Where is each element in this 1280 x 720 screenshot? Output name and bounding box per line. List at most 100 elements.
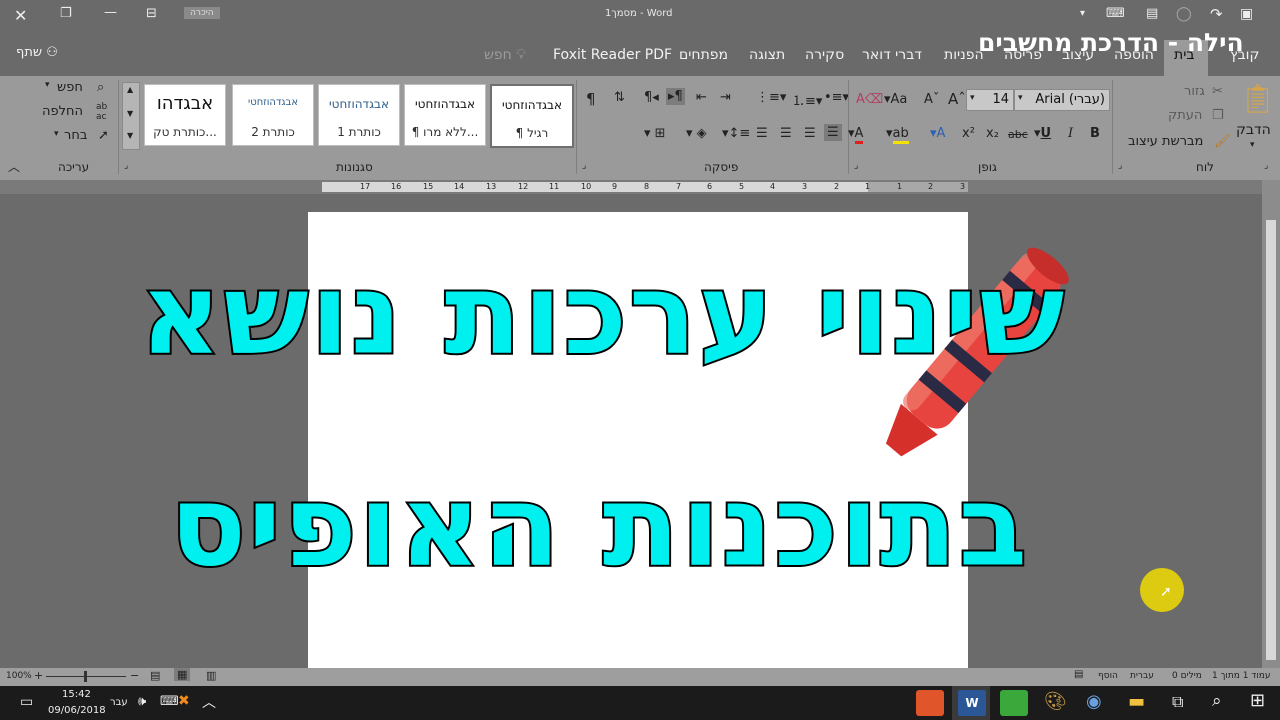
input-language[interactable]: עבר (110, 697, 128, 708)
print-preview-icon[interactable]: ▤ (1146, 6, 1158, 21)
track-icon[interactable]: ▤ (1074, 669, 1083, 680)
insert-mode[interactable]: הוסף (1098, 671, 1118, 681)
word-app-icon[interactable]: W (958, 690, 986, 716)
bullets-icon[interactable]: •≡▾ (824, 90, 849, 105)
task-view-icon[interactable]: ⧉ (1172, 692, 1183, 712)
ruler-number: 2 (928, 182, 934, 191)
clock-time[interactable]: 15:42 (62, 689, 91, 700)
ltr-direction-icon[interactable]: ▸¶ (666, 88, 685, 105)
horizontal-ruler[interactable] (0, 180, 1280, 194)
network-icon[interactable]: ⌨ (160, 694, 179, 709)
zoom-in-icon[interactable]: + (34, 669, 43, 682)
read-mode-icon[interactable]: ▥ (206, 669, 216, 682)
search-tell-me[interactable]: חפש 💡︎ (484, 47, 526, 63)
text-effects-icon[interactable]: ▾A (930, 126, 945, 141)
highlight-icon[interactable]: ▾ab (886, 126, 909, 144)
start-windows-icon[interactable]: ⊞ (1250, 690, 1265, 711)
clear-formatting-icon[interactable]: A⌫ (856, 92, 883, 107)
search-icon[interactable]: ⌕ (1212, 691, 1222, 711)
grow-font-icon[interactable]: Aˆ (948, 90, 966, 108)
sort-icon[interactable]: ⇅ (614, 90, 625, 105)
show-hidden-icons[interactable]: ︿ (202, 692, 216, 712)
rtl-direction-icon[interactable]: ¶◂ (644, 90, 659, 105)
paste-button[interactable]: 📋︎ הדבק ▾ (1232, 80, 1278, 156)
style-name: כותרת 1 (337, 125, 381, 139)
style-normal[interactable]: אבגדהוזחטי ¶ רגיל (490, 84, 574, 148)
camtasia-recorder-icon[interactable] (916, 690, 944, 716)
style-no-spacing[interactable]: אבגדהוזחטי ¶ ללא מרו... (404, 84, 486, 146)
dialog-launcher-icon[interactable]: ⌟ (854, 161, 858, 171)
vertical-ruler[interactable] (1262, 180, 1280, 668)
close-icon[interactable]: ✕ (14, 6, 27, 25)
italic-icon[interactable]: I (1068, 126, 1073, 141)
tab-mailings[interactable]: דברי דואר (862, 47, 922, 63)
paint-icon[interactable]: 🎨︎ (1044, 691, 1067, 712)
superscript-icon[interactable]: x² (962, 126, 975, 141)
tab-view[interactable]: תצוגה (749, 47, 785, 63)
subscript-icon[interactable]: x₂ (986, 126, 999, 141)
file-explorer-icon[interactable]: ▬ (1128, 691, 1145, 712)
dialog-launcher-icon[interactable]: ⌟ (124, 161, 128, 171)
zoom-slider-thumb[interactable] (84, 671, 87, 682)
strikethrough-icon[interactable]: abc (1008, 128, 1028, 141)
web-layout-icon[interactable]: ▤ (150, 669, 160, 682)
customize-qat-icon[interactable]: ▾ (1080, 8, 1085, 19)
align-left-icon[interactable]: ☰ (780, 126, 792, 141)
divider (576, 80, 577, 174)
zoom-level[interactable]: 100% (6, 671, 32, 681)
show-marks-icon[interactable]: ¶ (586, 90, 596, 108)
style-heading-1[interactable]: אבגדהוזחטי כותרת 1 (318, 84, 400, 146)
tray-app-icon[interactable]: ✖ (178, 693, 190, 709)
zoom-out-icon[interactable]: − (130, 669, 139, 682)
justify-icon[interactable]: ☰ (756, 126, 768, 141)
zoom-slider[interactable] (46, 671, 126, 682)
more-styles-icon[interactable]: ▼ (127, 131, 133, 140)
save-icon[interactable]: ▣ (1240, 6, 1253, 22)
language-indicator[interactable]: עברית (1130, 671, 1154, 681)
numbering-icon[interactable]: ⒈≡▾ (792, 90, 822, 109)
redo-icon[interactable]: ↷ (1210, 5, 1223, 23)
style-heading-2[interactable]: אבגדהוזחטי כותרת 2 (232, 84, 314, 146)
page-indicator[interactable]: עמוד 1 מתוך 1 (1212, 671, 1271, 681)
borders-icon[interactable]: ▾ ⊞ (644, 126, 666, 141)
dialog-launcher-icon[interactable]: ⌟ (582, 161, 586, 171)
scroll-up-icon[interactable]: ▲ (127, 85, 133, 94)
style-title[interactable]: אבגדהו כותרת טק... (144, 84, 226, 146)
dialog-launcher-icon[interactable]: ⌟ (1118, 161, 1122, 171)
clock-date[interactable]: 09/06/2018 (48, 705, 106, 716)
ruler-number: 6 (707, 182, 713, 191)
font-size-select[interactable]: ▾ 14 (966, 89, 1014, 111)
change-case-icon[interactable]: ▾Aa (884, 92, 907, 107)
underline-icon[interactable]: ▾U (1034, 126, 1051, 141)
increase-indent-icon[interactable]: ⇤ (696, 90, 707, 105)
line-spacing-icon[interactable]: ▾↕≡ (722, 126, 750, 141)
font-color-icon[interactable]: ▾A (848, 126, 864, 144)
circle-icon[interactable]: ◯ (1176, 6, 1192, 22)
decrease-indent-icon[interactable]: ⇥ (720, 90, 731, 105)
shading-icon[interactable]: ▾ ◈ (686, 126, 707, 141)
multilevel-list-icon[interactable]: ⋮≡▾ (756, 90, 786, 105)
notification-icon[interactable]: ▭ (20, 694, 33, 710)
shrink-font-icon[interactable]: Aˇ (924, 92, 939, 107)
font-name-select[interactable]: ▾ Arial (עברי) (1014, 89, 1110, 111)
tab-developer[interactable]: מפתחים (679, 47, 728, 63)
qat-tool-icon[interactable]: ⌨ (1106, 6, 1125, 21)
center-icon[interactable]: ☰ (804, 126, 816, 141)
word-count[interactable]: 0 מילים (1172, 671, 1202, 681)
collapse-ribbon-icon[interactable]: ︿ (8, 158, 20, 175)
share-button[interactable]: שתף ⚇ (16, 45, 58, 60)
print-layout-icon[interactable]: ▦ (174, 668, 191, 681)
app-globe-icon[interactable]: ◉ (1086, 691, 1102, 712)
volume-icon[interactable]: 🕪︎ (138, 694, 146, 709)
align-right-icon[interactable]: ☰ (824, 124, 842, 141)
minimize-icon[interactable]: — (104, 5, 117, 20)
camtasia-studio-icon[interactable] (1000, 690, 1028, 716)
bold-icon[interactable]: B (1090, 126, 1100, 141)
scroll-down-icon[interactable]: ▼ (127, 109, 133, 118)
dialog-launcher-icon[interactable]: ⌟ (1264, 161, 1268, 171)
styles-gallery-scroll[interactable]: ▲ ▼ ▼ (122, 82, 140, 150)
tab-review[interactable]: סקירה (805, 47, 844, 63)
tab-foxit[interactable]: Foxit Reader PDF (553, 47, 672, 63)
ribbon-display-icon[interactable]: ⊟ (146, 6, 157, 21)
restore-icon[interactable]: ❐ (60, 6, 72, 21)
